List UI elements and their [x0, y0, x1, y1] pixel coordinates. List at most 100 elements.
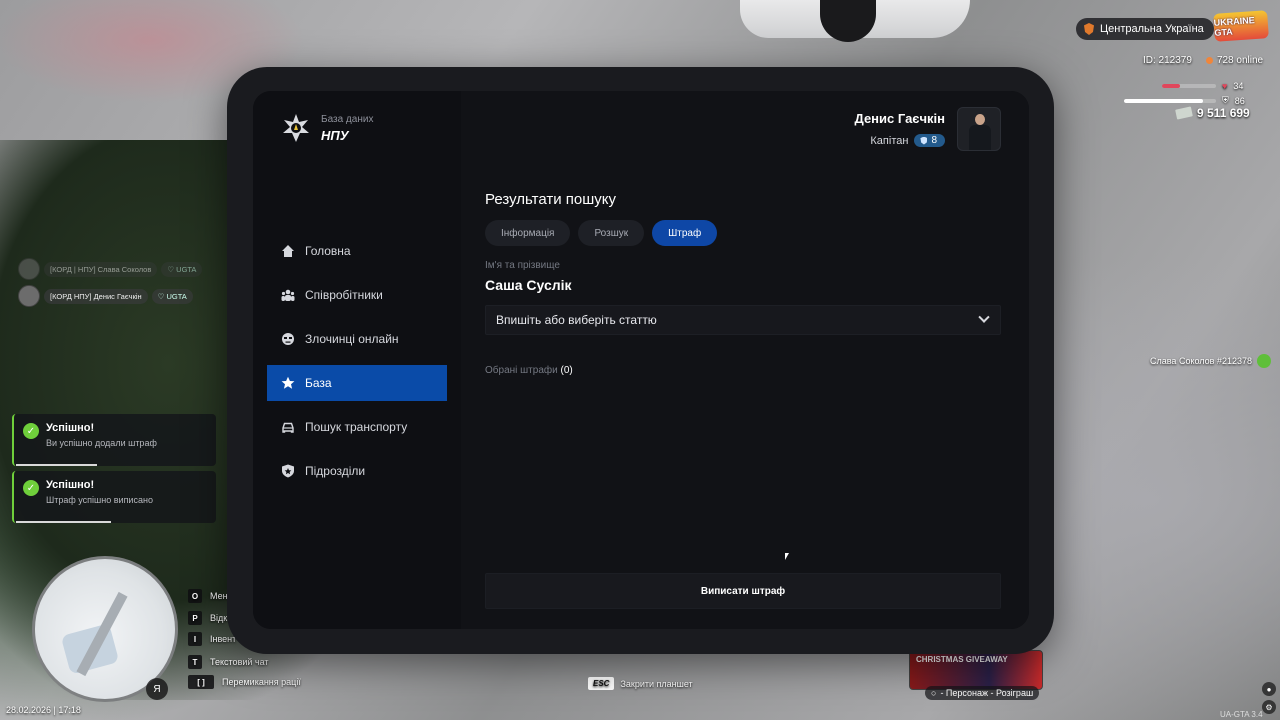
version-label: UA-GTA 3.4 — [1220, 710, 1263, 719]
keybind-hint: P Відк — [188, 611, 227, 625]
chat-tag: ♡ UGTA — [161, 261, 203, 277]
money-value: 9 511 699 — [1197, 106, 1250, 120]
sidebar-item-divisions[interactable]: Підрозділи — [267, 453, 447, 489]
settings-icon[interactable]: ⚙ — [1262, 700, 1276, 714]
criminal-icon — [281, 332, 295, 346]
giveaway-label: ○ - Персонаж - Розіграш — [925, 686, 1040, 700]
key-cap: P — [188, 611, 202, 625]
health-bar-fill — [1162, 84, 1181, 88]
user-rank-row: Капітан 8 — [855, 134, 945, 147]
giveaway-banner[interactable]: CHRISTMAS GIVEAWAY — [909, 650, 1043, 690]
mic-icon[interactable]: ● — [1262, 682, 1276, 696]
esc-key: ESC — [588, 677, 615, 690]
region-name: Центральна Україна — [1100, 23, 1204, 35]
success-notification: ✓ Успішно! Штраф успішно виписано — [12, 471, 216, 523]
police-star-logo-icon — [281, 113, 311, 143]
shield-icon — [281, 464, 295, 478]
brand-subtitle: База даних — [321, 113, 374, 125]
chat-line: [КОРД | НПУ] Слава Соколов ♡ UGTA — [18, 258, 203, 280]
sidebar-item-employees[interactable]: Співробітники — [267, 277, 447, 313]
selected-fines-label: Обрані штрафи — [485, 365, 558, 376]
user-name: Денис Гаєчкін — [854, 111, 945, 126]
region-badge: Центральна Україна — [1076, 18, 1214, 40]
money-display: 9 511 699 — [1175, 106, 1250, 120]
cash-icon — [1175, 106, 1193, 120]
region-shield-icon — [1084, 23, 1094, 35]
sidebar-item-home[interactable]: Головна — [267, 233, 447, 269]
key-cap: I — [188, 632, 202, 646]
online-icon — [1205, 57, 1213, 64]
tablet-screen: База даних НПУ Головна Співробітники Зло… — [253, 91, 1029, 629]
armor-bar — [1124, 98, 1216, 103]
home-icon — [281, 244, 295, 258]
player-id-row: ID: 212379 728 online — [1143, 55, 1263, 66]
sidebar-item-vehicle-search[interactable]: Пошук транспорту — [267, 409, 447, 445]
page-title: Результати пошуку — [485, 191, 616, 208]
people-icon — [281, 288, 295, 302]
tab-information[interactable]: Інформація — [485, 220, 571, 246]
notification-text: Ви успішно додали штраф — [46, 438, 157, 448]
chat-avatar — [18, 258, 40, 280]
tablet-sidebar: База даних НПУ Головна Співробітники Зло… — [253, 91, 461, 629]
star-icon — [281, 376, 295, 390]
game-logo: UKRAINE GTA — [1213, 10, 1269, 42]
user-profile: Денис Гаєчкін Капітан 8 — [855, 107, 1003, 151]
check-icon: ✓ — [23, 423, 39, 439]
chat-avatar — [18, 285, 40, 307]
sidebar-item-label: База — [305, 376, 332, 390]
armor-value: 86 — [1234, 95, 1245, 106]
sidebar-item-label: Головна — [305, 244, 351, 258]
brand-title: НПУ — [321, 127, 349, 143]
tab-fine[interactable]: Штраф — [652, 220, 718, 246]
online-count: 728 online — [1205, 55, 1263, 66]
notification-text: Штраф успішно виписано — [46, 495, 153, 505]
issue-fine-button[interactable]: Виписати штраф — [485, 573, 1001, 609]
notification-title: Успішно! — [46, 422, 95, 434]
voice-mic-button[interactable]: Я — [146, 678, 168, 700]
article-select-placeholder: Впишіть або виберіть статтю — [496, 313, 657, 327]
article-select[interactable]: Впишіть або виберіть статтю — [485, 305, 1001, 335]
tablet-main: Денис Гаєчкін Капітан 8 Результати пошук… — [461, 91, 1029, 629]
health-bar — [1162, 84, 1216, 88]
user-rank: Капітан — [870, 134, 909, 147]
chat-name: [КОРД НПУ] Денис Гаєчкін — [44, 288, 148, 304]
sidebar-item-database[interactable]: База — [267, 365, 447, 401]
armor-icon: ⛨ — [1222, 95, 1229, 105]
keybind-hint: T Текстовий чат — [188, 655, 269, 669]
voice-indicator-icon — [1256, 354, 1271, 368]
selected-fines-count: (0) — [560, 365, 573, 376]
keybind-hint: I Інвент — [188, 632, 236, 646]
tab-wanted[interactable]: Розшук — [578, 220, 645, 246]
keybind-hint: [ ] Перемикання рації — [188, 675, 301, 689]
name-field-label: Ім'я та прізвище — [485, 260, 560, 271]
chevron-down-icon — [978, 311, 990, 323]
search-results: Результати пошуку Інформація Розшук Штра… — [485, 191, 1001, 376]
sidebar-item-label: Злочинці онлайн — [305, 332, 399, 346]
notification-title: Успішно! — [46, 479, 95, 491]
rank-shield-icon — [920, 136, 928, 145]
key-cap: [ ] — [188, 675, 214, 689]
player-nametag: Слава Соколов #212378 — [1150, 354, 1271, 368]
close-tablet-hint: ESC Закрити планшет — [588, 677, 693, 690]
sidebar-nav: Головна Співробітники Злочинці онлайн Ба… — [267, 233, 447, 497]
player-id: ID: 212379 — [1143, 55, 1192, 66]
sidebar-item-label: Пошук транспорту — [305, 420, 408, 434]
keybind-hint: O Мени — [188, 589, 233, 603]
sidebar-item-label: Співробітники — [305, 288, 383, 302]
heart-icon: ♥ — [1222, 81, 1228, 91]
armor-bar-fill — [1124, 98, 1204, 103]
rank-level-badge: 8 — [914, 134, 945, 147]
notification-progress — [16, 521, 111, 523]
check-icon: ✓ — [23, 480, 39, 496]
close-tablet-label: Закрити планшет — [620, 678, 693, 689]
selected-fines: Обрані штрафи (0) — [485, 365, 1001, 376]
circle-icon: ○ — [931, 688, 937, 698]
result-tabs: Інформація Розшук Штраф — [485, 220, 1001, 246]
sidebar-item-label: Підрозділи — [305, 464, 366, 478]
sidebar-item-criminals-online[interactable]: Злочинці онлайн — [267, 321, 447, 357]
chat-name: [КОРД | НПУ] Слава Соколов — [44, 261, 158, 277]
car-icon — [281, 420, 295, 434]
police-tablet: База даних НПУ Головна Співробітники Зло… — [227, 67, 1054, 654]
key-cap: O — [188, 589, 202, 603]
date-time: 28.02.2026 | 17:18 — [6, 705, 81, 715]
